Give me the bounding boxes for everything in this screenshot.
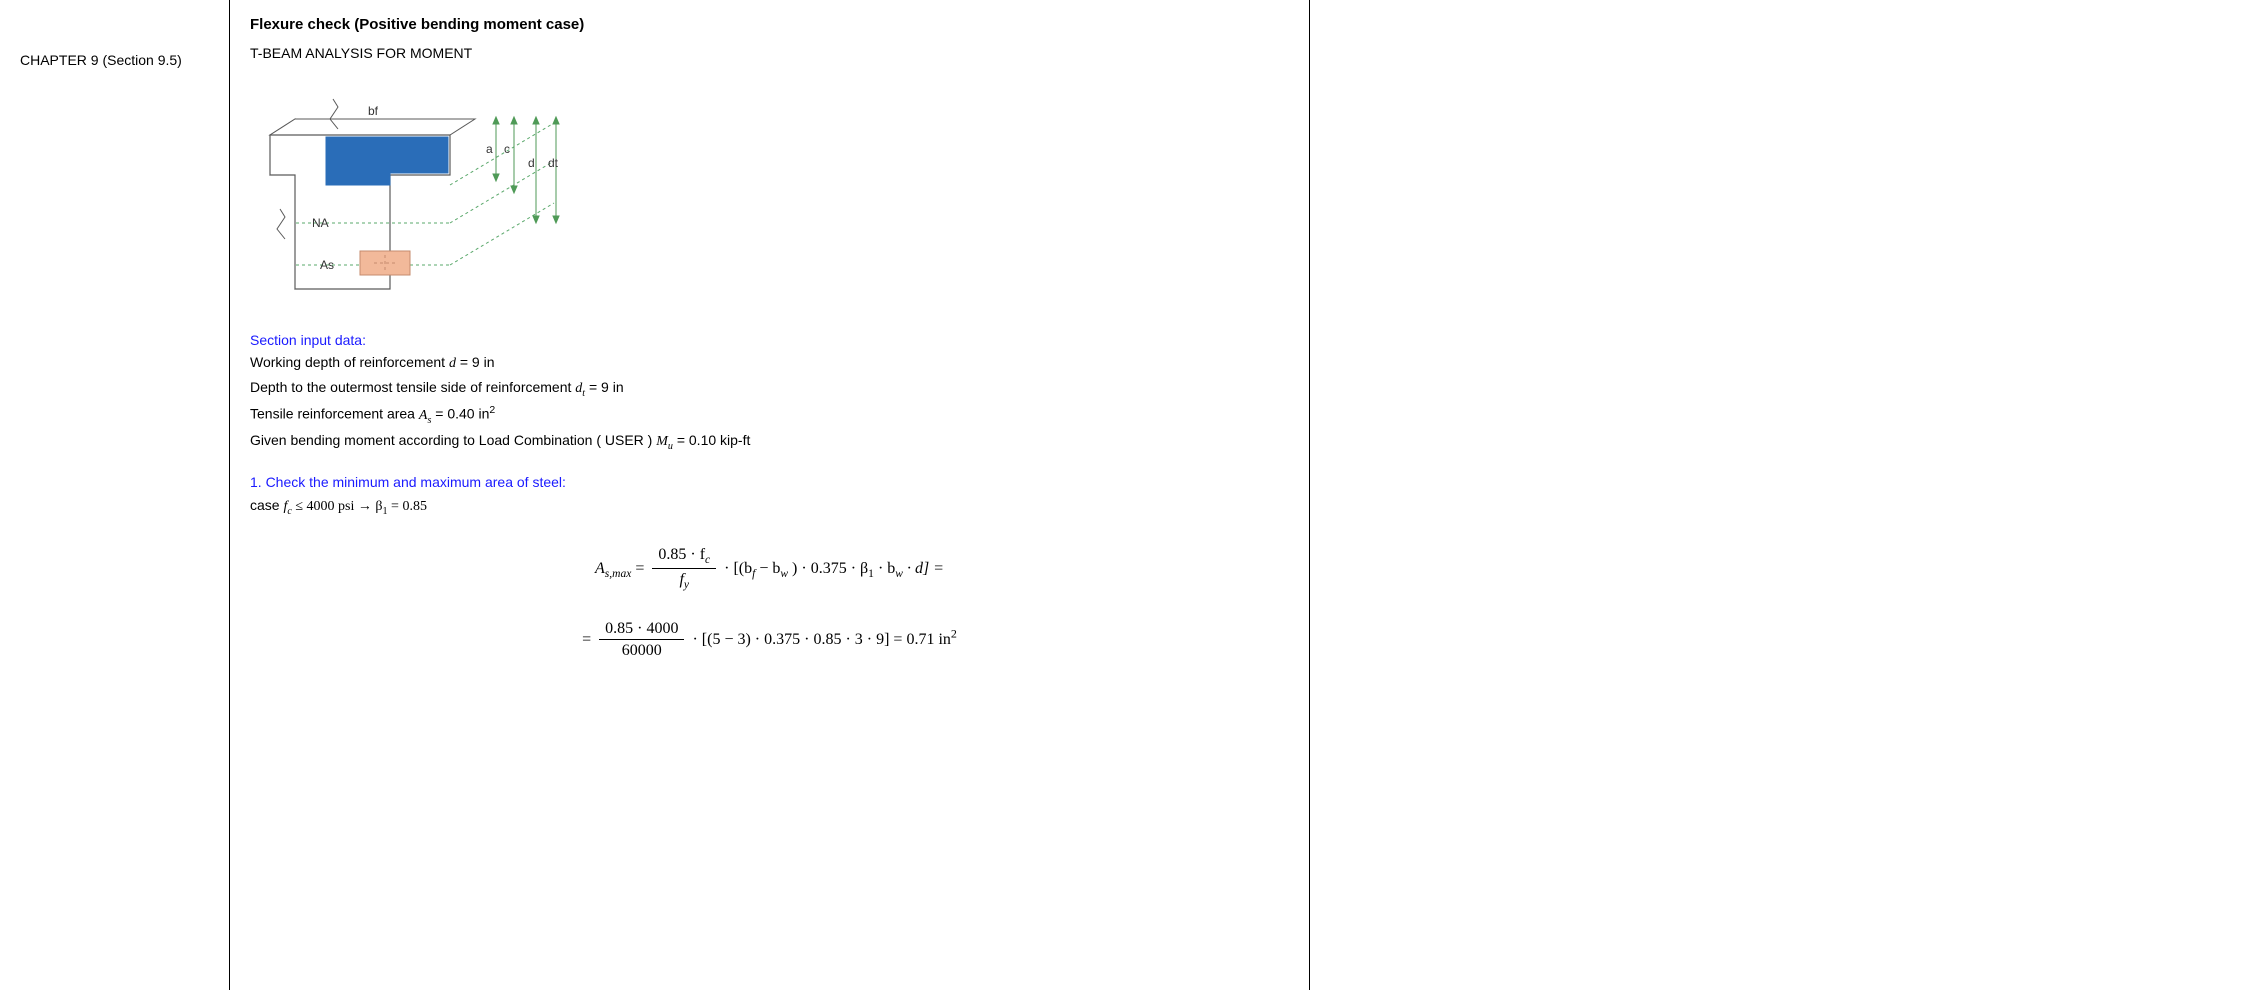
f2-pre: = — [582, 631, 595, 648]
analysis-subtitle: T-BEAM ANALYSIS FOR MOMENT — [250, 45, 1289, 61]
f2-den: 60000 — [599, 640, 684, 662]
input-mu-label: Given bending moment according to Load C… — [250, 432, 656, 448]
label-c: c — [504, 142, 510, 156]
tbeam-diagram: bf a c d dt NA As — [250, 75, 1289, 308]
f1-b5: · d] = — [907, 560, 944, 577]
section-input-heading: Section input data: — [250, 330, 1289, 350]
formula-asmax-symbolic: As,max = 0.85 · fc fy · [(bf − bw ) · 0.… — [250, 545, 1289, 593]
step1-case-expr: ≤ 4000 psi → β — [292, 499, 383, 514]
label-d: d — [528, 156, 535, 170]
input-d-label: Working depth of reinforcement — [250, 354, 449, 370]
input-dt-label: Depth to the outermost tensile side of r… — [250, 379, 575, 395]
step1-case-pre: case — [250, 497, 283, 513]
chapter-reference: CHAPTER 9 (Section 9.5) — [20, 50, 219, 70]
label-as: As — [320, 258, 334, 272]
main-column: Flexure check (Positive bending moment c… — [230, 0, 1310, 990]
f1-b2: − b — [759, 560, 780, 577]
input-dt: Depth to the outermost tensile side of r… — [250, 377, 1289, 401]
formula-asmax-numeric: = 0.85 · 4000 60000 · [(5 − 3) · 0.375 ·… — [250, 619, 1289, 662]
input-dt-value: = 9 in — [585, 379, 624, 395]
input-d: Working depth of reinforcement d = 9 in — [250, 352, 1289, 374]
f2-num: 0.85 · 4000 — [599, 619, 684, 639]
f1-lhs-sub: s,max — [605, 568, 632, 580]
f1-b3: ) · 0.375 · β — [792, 560, 868, 577]
input-mu-value: = 0.10 kip-ft — [673, 432, 750, 448]
step1-case: case fc ≤ 4000 psi → β1 = 0.85 — [250, 495, 1289, 519]
page-title: Flexure check (Positive bending moment c… — [250, 16, 1289, 33]
f1-b1: · [(b — [724, 560, 752, 577]
input-as: Tensile reinforcement area As = 0.40 in2 — [250, 403, 1289, 428]
page: CHAPTER 9 (Section 9.5) Flexure check (P… — [0, 0, 2252, 990]
input-d-value: = 9 in — [456, 354, 495, 370]
step1-heading: 1. Check the minimum and maximum area of… — [250, 472, 1289, 492]
step1-case-val: = 0.85 — [388, 499, 427, 514]
input-mu: Given bending moment according to Load C… — [250, 430, 1289, 454]
label-na: NA — [312, 216, 329, 230]
label-a: a — [486, 142, 493, 156]
input-as-value: = 0.40 in — [431, 406, 489, 422]
f1-den-sub: y — [684, 579, 689, 591]
f1-b4: · b — [878, 560, 895, 577]
sidebar-column: CHAPTER 9 (Section 9.5) — [0, 0, 230, 990]
f1-num: 0.85 · f — [658, 546, 705, 563]
tbeam-svg: bf a c d dt NA As — [250, 75, 590, 305]
label-dt: dt — [548, 156, 559, 170]
input-as-label: Tensile reinforcement area — [250, 406, 419, 422]
f2-tail: · [(5 − 3) · 0.375 · 0.85 · 3 · 9] = 0.7… — [692, 631, 950, 648]
label-bf: bf — [368, 104, 379, 118]
f1-num-sub: c — [705, 554, 710, 566]
